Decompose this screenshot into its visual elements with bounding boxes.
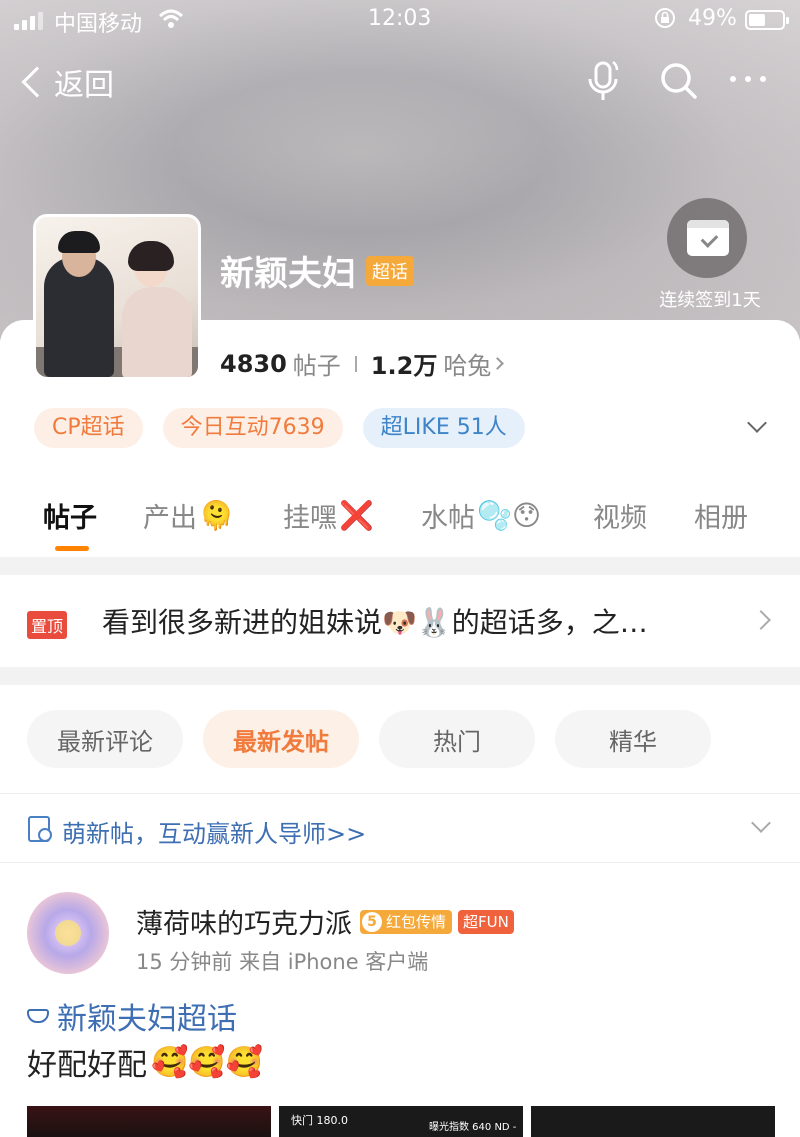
microphone-icon[interactable]: [586, 60, 620, 102]
tab-label: 帖子: [43, 503, 97, 534]
back-button[interactable]: 返回: [18, 60, 114, 104]
wifi-icon: [158, 8, 184, 36]
badge-level: 5: [362, 911, 382, 932]
post-meta: 15 分钟前 来自 iPhone 客户端: [136, 950, 429, 974]
tab-label: 产出: [143, 503, 197, 534]
filter-latest-comments[interactable]: 最新评论: [27, 710, 183, 768]
checkin-label: 连续签到1天: [659, 290, 761, 311]
chevron-left-icon: [21, 66, 53, 98]
followers-count: 1.2万: [370, 352, 438, 380]
posts-label: 帖子: [292, 352, 341, 380]
document-search-icon: [28, 816, 52, 842]
cross-mark-icon: ❌: [339, 499, 374, 532]
post-image[interactable]: [531, 1106, 775, 1137]
image-caption: 快门 180.0: [291, 1114, 348, 1127]
battery-icon: [745, 10, 789, 30]
orientation-lock-icon: [654, 7, 676, 34]
chevron-down-icon[interactable]: [751, 813, 771, 833]
tab-label: 水帖: [421, 503, 475, 534]
pinned-post[interactable]: 置顶 看到很多新进的姐妹说🐶🐰的超话多，之…: [0, 575, 800, 667]
posts-count: 4830: [220, 349, 287, 378]
signal-icon: [14, 12, 43, 30]
super-fun-badge: 超FUN: [458, 909, 514, 934]
tab-output[interactable]: 产出 🫠: [143, 496, 234, 535]
section-divider: [0, 667, 800, 685]
post-image[interactable]: 快门 180.0 曝光指数 640 ND -: [279, 1106, 523, 1137]
post-image[interactable]: [27, 1106, 271, 1137]
status-bar: 中国移动 12:03 49%: [0, 0, 800, 42]
author-name[interactable]: 薄荷味的巧克力派: [136, 902, 352, 941]
feed-filters: 最新评论 最新发帖 热门 精华: [0, 685, 800, 793]
feed-post: 薄荷味的巧克力派 5 红包传情 超FUN 15 分钟前 来自 iPhone 客户…: [0, 864, 800, 1137]
tab-label: 挂嘿: [283, 503, 337, 534]
filter-featured[interactable]: 精华: [555, 710, 711, 768]
carrier-name: 中国移动: [54, 12, 143, 37]
newbie-banner[interactable]: 萌新帖，互动赢新人导师>>: [0, 793, 800, 863]
topic-link-text: 新颖夫妇超话: [57, 1002, 237, 1037]
filter-latest-posts[interactable]: 最新发帖: [203, 710, 359, 768]
back-label: 返回: [54, 68, 114, 103]
melting-face-icon: 🫠: [199, 499, 234, 532]
tab-label: 相册: [694, 503, 748, 534]
super-topic-badge: 超话: [366, 255, 414, 286]
topic-title: 新颖夫妇 超话: [220, 246, 414, 295]
more-icon[interactable]: [730, 76, 766, 82]
clock: 12:03: [368, 6, 432, 31]
tab-water-posts[interactable]: 水帖 🫧😯: [421, 496, 541, 535]
chip-cp[interactable]: CP超话: [34, 408, 143, 448]
post-text: 好配好配: [27, 1048, 147, 1083]
search-icon[interactable]: [660, 62, 698, 100]
chevron-down-icon[interactable]: [747, 413, 767, 433]
pinned-text: 看到很多新进的姐妹说🐶🐰的超话多，之…: [102, 606, 648, 639]
topic-avatar[interactable]: [33, 214, 201, 380]
filter-hot[interactable]: 热门: [379, 710, 535, 768]
topic-chips: CP超话 今日互动7639 超LIKE 51人: [34, 408, 525, 448]
active-tab-indicator: [55, 546, 89, 551]
bubbles-icon: 🫧😯: [477, 499, 542, 532]
tab-posts[interactable]: 帖子: [43, 496, 97, 535]
chip-superlike[interactable]: 超LIKE 51人: [362, 408, 525, 448]
tab-videos[interactable]: 视频: [593, 496, 647, 535]
checkin-button[interactable]: [667, 198, 747, 278]
tab-label: 视频: [593, 503, 647, 534]
post-images: 快门 180.0 曝光指数 640 ND -: [27, 1106, 775, 1137]
tab-callout[interactable]: 挂嘿 ❌: [283, 496, 374, 535]
author-avatar[interactable]: [27, 892, 109, 974]
tab-album[interactable]: 相册: [694, 496, 748, 535]
topic-stats: 4830 帖子 1.2万 哈兔: [220, 346, 505, 381]
newbie-text: 萌新帖，互动赢新人导师>>: [62, 820, 367, 848]
post-body: 好配好配 🥰🥰🥰: [27, 1040, 263, 1084]
divider: [354, 355, 357, 372]
diamond-icon: [27, 1009, 49, 1023]
top-nav: 返回: [0, 56, 800, 112]
red-packet-badge: 5 红包传情: [360, 909, 453, 934]
pinned-badge: 置顶: [27, 611, 68, 639]
topic-tabs: 帖子 产出 🫠 挂嘿 ❌ 水帖 🫧😯 视频 相册: [0, 496, 800, 556]
author-row: 薄荷味的巧克力派 5 红包传情 超FUN: [136, 902, 514, 941]
post-topic-link[interactable]: 新颖夫妇超话: [27, 994, 237, 1038]
chevron-right-icon: [751, 610, 771, 630]
section-divider: [0, 557, 800, 575]
chip-interactions[interactable]: 今日互动7639: [162, 408, 343, 448]
calendar-check-icon: [687, 220, 729, 256]
image-caption: 曝光指数 640 ND -: [429, 1122, 517, 1133]
topic-name: 新颖夫妇: [220, 254, 356, 294]
followers-link[interactable]: 哈兔: [443, 346, 491, 381]
chevron-right-icon: [491, 357, 505, 370]
heart-face-icon: 🥰🥰🥰: [151, 1044, 264, 1080]
battery-percent: 49%: [688, 6, 737, 31]
badge-text: 红包传情: [386, 913, 447, 931]
